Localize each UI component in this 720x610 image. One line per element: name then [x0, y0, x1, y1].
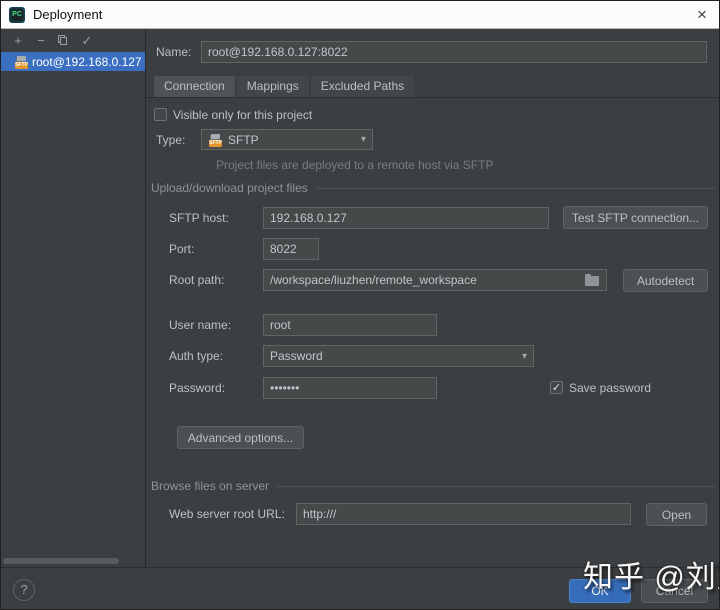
close-icon[interactable]: × — [689, 1, 715, 29]
sftp-host-input[interactable] — [263, 207, 549, 229]
tab-excluded-paths[interactable]: Excluded Paths — [311, 76, 414, 97]
save-password-checkbox[interactable]: ✓ — [550, 381, 563, 394]
sftp-host-label: SFTP host: — [169, 208, 229, 228]
visible-only-checkbox[interactable] — [154, 108, 167, 121]
browse-group-title: Browse files on server — [151, 479, 269, 493]
server-item-label: root@192.168.0.127 — [32, 55, 142, 69]
open-button[interactable]: Open — [646, 503, 707, 526]
type-dropdown[interactable]: SFTP SFTP ▾ — [201, 129, 373, 150]
help-icon[interactable]: ? — [13, 579, 35, 601]
server-list-toolbar: + − ✓ — [1, 29, 145, 49]
server-list-panel: + − ✓ SFTP root@192.168.0.127 — [1, 29, 146, 567]
auth-type-value: Password — [270, 349, 323, 363]
deployment-dialog: PC Deployment × + − ✓ SFTP root@192.168.… — [0, 0, 720, 610]
password-input[interactable] — [263, 377, 437, 399]
copy-server-icon[interactable] — [54, 33, 74, 48]
dialog-footer: ? OK Cancel — [1, 567, 720, 610]
auth-type-dropdown[interactable]: Password ▾ — [263, 345, 534, 367]
tab-bar: Connection Mappings Excluded Paths — [154, 76, 416, 97]
root-path-label: Root path: — [169, 270, 224, 290]
web-server-root-url-input[interactable] — [296, 503, 631, 525]
autodetect-button[interactable]: Autodetect — [623, 269, 708, 292]
add-server-icon[interactable]: + — [8, 33, 28, 48]
tab-connection[interactable]: Connection — [154, 76, 235, 97]
title-bar: PC Deployment × — [1, 1, 720, 29]
browse-group-header: Browse files on server — [151, 479, 716, 493]
user-name-label: User name: — [169, 315, 231, 335]
advanced-options-button[interactable]: Advanced options... — [177, 426, 304, 449]
horizontal-scrollbar[interactable] — [3, 558, 119, 564]
web-server-root-url-label: Web server root URL: — [169, 504, 285, 524]
connection-form: Name: Connection Mappings Excluded Paths… — [146, 29, 720, 567]
auth-type-label: Auth type: — [169, 346, 223, 366]
type-value: SFTP — [228, 133, 259, 147]
ok-button[interactable]: OK — [569, 579, 631, 603]
test-sftp-connection-button[interactable]: Test SFTP connection... — [563, 206, 708, 229]
type-hint: Project files are deployed to a remote h… — [216, 158, 493, 172]
port-label: Port: — [169, 239, 194, 259]
remove-server-icon[interactable]: − — [31, 33, 51, 48]
name-input[interactable] — [201, 41, 707, 63]
user-name-input[interactable] — [263, 314, 437, 336]
chevron-down-icon: ▾ — [361, 134, 366, 145]
upload-group-title: Upload/download project files — [151, 181, 308, 195]
cancel-button[interactable]: Cancel — [641, 579, 708, 603]
sftp-icon: SFTP — [208, 133, 222, 147]
upload-group-header: Upload/download project files — [151, 181, 716, 195]
sftp-icon: SFTP — [14, 55, 28, 69]
window-title: Deployment — [33, 7, 102, 22]
type-label: Type: — [156, 130, 185, 150]
visible-only-label: Visible only for this project — [173, 105, 312, 125]
password-label: Password: — [169, 378, 225, 398]
tab-separator — [146, 97, 720, 98]
root-path-input[interactable] — [263, 269, 607, 291]
name-label: Name: — [156, 42, 191, 62]
use-as-default-check-icon[interactable]: ✓ — [77, 33, 97, 48]
chevron-down-icon: ▾ — [522, 351, 527, 362]
pycharm-icon: PC — [9, 7, 25, 23]
port-input[interactable] — [263, 238, 319, 260]
server-list-item[interactable]: SFTP root@192.168.0.127 — [1, 52, 145, 71]
folder-icon[interactable] — [585, 276, 599, 286]
tab-mappings[interactable]: Mappings — [237, 76, 309, 97]
save-password-label: Save password — [569, 378, 651, 398]
